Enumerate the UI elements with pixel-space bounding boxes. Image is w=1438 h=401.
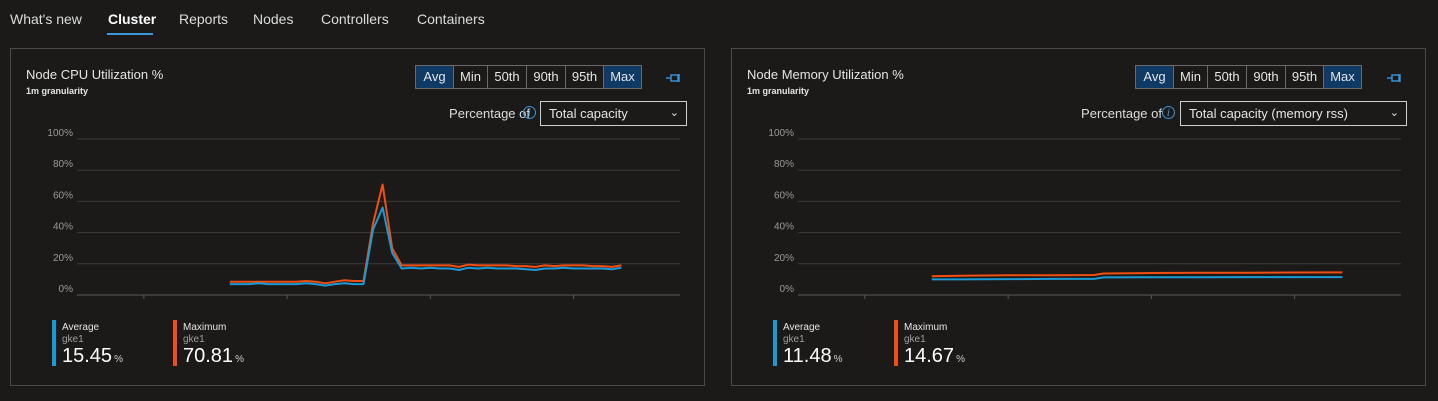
panel-title: Node Memory Utilization %	[747, 67, 904, 82]
aggregation-95th-button[interactable]: 95th	[565, 66, 603, 88]
x-tick-label: 02:30	[1282, 303, 1307, 304]
aggregation-50th-button[interactable]: 50th	[1207, 66, 1246, 88]
legend-cluster-name: gke1	[62, 334, 84, 345]
tab-nodes[interactable]: Nodes	[253, 11, 293, 27]
percentage-of-label: Percentage of	[1081, 106, 1162, 121]
legend-color-swatch	[52, 320, 56, 366]
x-tick-label: 02:15	[1139, 303, 1164, 304]
series-line-average	[229, 206, 622, 287]
aggregation-avg-button[interactable]: Avg	[1136, 66, 1173, 88]
legend-series-name: Average	[62, 322, 100, 333]
tab-cluster[interactable]: Cluster	[108, 11, 156, 27]
aggregation-toggle-group: Avg Min 50th 90th 95th Max	[415, 65, 642, 89]
legend-value: 70.81%	[183, 345, 244, 368]
y-tick-label: 20%	[53, 253, 73, 264]
tab-containers[interactable]: Containers	[417, 11, 485, 27]
x-tick-label: 02 PM	[994, 303, 1023, 304]
memory-utilization-panel: Node Memory Utilization % 1m granularity A…	[731, 48, 1426, 386]
y-tick-label: 0%	[780, 284, 795, 295]
y-tick-label: 60%	[53, 190, 73, 201]
y-tick-label: 100%	[768, 129, 794, 139]
cpu-utilization-panel: Node CPU Utilization % 1m granularity Avg M…	[10, 48, 705, 386]
legend-series-name: Maximum	[183, 322, 227, 333]
chevron-down-icon: ⌄	[669, 107, 679, 119]
info-icon[interactable]: i	[523, 106, 536, 119]
aggregation-95th-button[interactable]: 95th	[1285, 66, 1323, 88]
info-icon[interactable]: i	[1162, 106, 1175, 119]
y-tick-label: 80%	[774, 159, 794, 170]
legend-value-number: 11.48	[783, 345, 832, 367]
pin-icon[interactable]	[665, 71, 681, 83]
percentage-of-selected-value: Total capacity (memory rss)	[1189, 106, 1348, 121]
aggregation-min-button[interactable]: Min	[1173, 66, 1207, 88]
legend-value-number: 15.45	[62, 345, 113, 367]
y-tick-label: 40%	[774, 222, 794, 233]
active-tab-indicator	[107, 33, 153, 35]
y-tick-label: 100%	[47, 129, 73, 139]
aggregation-avg-button[interactable]: Avg	[416, 66, 453, 88]
aggregation-50th-button[interactable]: 50th	[487, 66, 526, 88]
series-line-average	[931, 276, 1343, 281]
legend-value-unit: %	[114, 354, 123, 365]
legend-value: 15.45%	[62, 345, 123, 368]
line-chart: 100% 80% 60% 40% 20% 0% 01:45 02 PM 02:15 02:30	[768, 129, 1401, 304]
x-tick-label: 02:15	[418, 303, 443, 304]
tab-controllers[interactable]: Controllers	[321, 11, 389, 27]
legend-value-unit: %	[956, 354, 965, 365]
x-tick-label: 02 PM	[273, 303, 302, 304]
granularity-label: 1m granularity	[747, 86, 810, 96]
pin-icon[interactable]	[1386, 71, 1402, 83]
panel-title: Node CPU Utilization %	[26, 67, 164, 82]
x-tick-label: 01:45	[852, 303, 877, 304]
tab-reports[interactable]: Reports	[179, 11, 228, 27]
legend-value-unit: %	[235, 354, 244, 365]
legend-cluster-name: gke1	[904, 334, 926, 345]
aggregation-90th-button[interactable]: 90th	[526, 66, 565, 88]
legend-value-unit: %	[833, 354, 843, 365]
legend-color-swatch	[173, 320, 177, 366]
aggregation-max-button[interactable]: Max	[1323, 66, 1361, 88]
legend-value-number: 14.67	[904, 345, 955, 367]
percentage-of-selected-value: Total capacity	[549, 106, 628, 121]
y-tick-label: 60%	[774, 190, 794, 201]
y-tick-label: 80%	[53, 159, 73, 170]
percentage-of-label: Percentage of	[449, 106, 530, 121]
y-tick-label: 40%	[53, 222, 73, 233]
series-line-maximum	[931, 271, 1343, 278]
top-tab-bar: What's new Cluster Reports Nodes Control…	[0, 0, 1438, 38]
percentage-of-select[interactable]: Total capacity (memory rss) ⌄	[1180, 101, 1407, 126]
tab-whats-new[interactable]: What's new	[10, 11, 82, 27]
percentage-of-select[interactable]: Total capacity ⌄	[540, 101, 687, 126]
legend-value-number: 70.81	[183, 345, 234, 367]
aggregation-max-button[interactable]: Max	[603, 66, 641, 88]
aggregation-min-button[interactable]: Min	[453, 66, 487, 88]
granularity-label: 1m granularity	[26, 86, 89, 96]
y-tick-label: 20%	[774, 253, 794, 264]
aggregation-toggle-group: Avg Min 50th 90th 95th Max	[1135, 65, 1362, 89]
line-chart: 100% 80% 60% 40% 20% 0% 01:45 02 PM 02:15 02:30	[47, 129, 680, 304]
legend-color-swatch	[773, 320, 777, 366]
legend-cluster-name: gke1	[183, 334, 205, 345]
x-tick-label: 02:30	[561, 303, 586, 304]
legend-color-swatch	[894, 320, 898, 366]
x-tick-label: 01:45	[131, 303, 156, 304]
legend-series-name: Maximum	[904, 322, 948, 333]
legend-cluster-name: gke1	[783, 334, 805, 345]
legend-series-name: Average	[783, 322, 821, 333]
aggregation-90th-button[interactable]: 90th	[1246, 66, 1285, 88]
legend-value: 14.67%	[904, 345, 965, 368]
chevron-down-icon: ⌄	[1389, 107, 1399, 119]
legend-value: 11.48%	[783, 345, 842, 368]
y-tick-label: 0%	[59, 284, 74, 295]
